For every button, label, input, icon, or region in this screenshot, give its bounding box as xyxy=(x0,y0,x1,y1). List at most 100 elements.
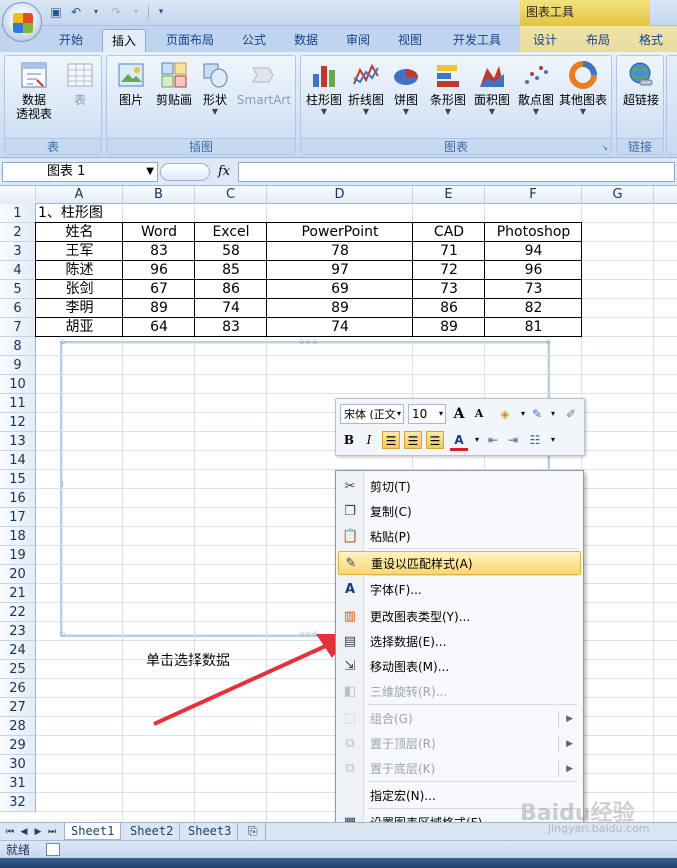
table-cell[interactable]: 73 xyxy=(413,280,485,299)
font-size-select[interactable]: 10 ▾ xyxy=(408,404,446,424)
table-header-cell[interactable]: Excel xyxy=(195,223,267,242)
first-sheet-icon[interactable]: ⏮ xyxy=(4,825,16,839)
menu-item-chart-type[interactable]: ▥ 更改图表类型(Y)... xyxy=(338,605,581,629)
table-button[interactable]: 表 xyxy=(61,60,99,107)
table-cell[interactable]: 72 xyxy=(413,261,485,280)
tab-view[interactable]: 视图 xyxy=(388,29,432,52)
row-header[interactable]: 10 xyxy=(0,375,36,394)
menu-item-copy[interactable]: ❐ 复制(C) xyxy=(338,500,581,524)
format-painter-icon[interactable]: ✐ xyxy=(562,405,580,423)
macro-record-icon[interactable] xyxy=(46,843,60,856)
table-cell[interactable]: 74 xyxy=(267,318,413,337)
row-header[interactable]: 3 xyxy=(0,242,36,261)
insert-sheet-icon[interactable]: ⎘ xyxy=(242,823,266,840)
menu-item-reset-style[interactable]: ✎ 重设以匹配样式(A) xyxy=(338,551,581,575)
undo-icon[interactable]: ↶ xyxy=(68,4,84,20)
shrink-font-icon[interactable]: A xyxy=(470,405,488,423)
row-header[interactable]: 29 xyxy=(0,736,36,755)
smartart-button[interactable]: SmartArt xyxy=(235,60,293,107)
area-chart-button[interactable]: 面积图 ▼ xyxy=(471,60,513,117)
table-header-cell[interactable]: 姓名 xyxy=(36,223,123,242)
tab-page-layout[interactable]: 页面布局 xyxy=(158,29,222,52)
tab-developer[interactable]: 开发工具 xyxy=(442,29,512,52)
scatter-chart-button[interactable]: 散点图 ▼ xyxy=(515,60,557,117)
table-cell[interactable]: 胡亚 xyxy=(36,318,123,337)
office-button[interactable] xyxy=(2,2,42,42)
table-cell[interactable]: 82 xyxy=(485,299,582,318)
column-header-c[interactable]: C xyxy=(195,186,267,204)
table-header-cell[interactable]: PowerPoint xyxy=(267,223,413,242)
hyperlink-button[interactable]: 超链接 xyxy=(619,60,663,107)
name-box[interactable]: 图表 1 ▼ xyxy=(2,162,158,182)
table-cell[interactable]: 78 xyxy=(267,242,413,261)
row-header[interactable]: 7 xyxy=(0,318,36,337)
select-all-corner[interactable] xyxy=(0,186,36,204)
column-header-d[interactable]: D xyxy=(267,186,413,204)
formula-input[interactable] xyxy=(238,162,675,182)
font-color-icon[interactable]: A xyxy=(450,431,468,451)
row-header[interactable]: 13 xyxy=(0,432,36,451)
sheet-tab-sheet3[interactable]: Sheet3 xyxy=(182,823,239,840)
charts-dialog-launcher-icon[interactable]: ↘ xyxy=(601,143,608,152)
row-header[interactable]: 4 xyxy=(0,261,36,280)
cell-a1-title[interactable]: 1、柱形图 xyxy=(36,204,236,223)
row-header[interactable]: 8 xyxy=(0,337,36,356)
tab-design[interactable]: 设计 xyxy=(524,29,566,52)
row-header[interactable]: 19 xyxy=(0,546,36,565)
pie-chart-button[interactable]: 饼图 ▼ xyxy=(389,60,423,117)
column-header-e[interactable]: E xyxy=(413,186,485,204)
table-cell[interactable]: 64 xyxy=(123,318,195,337)
table-cell[interactable]: 94 xyxy=(485,242,582,261)
sheet-tab-sheet1[interactable]: Sheet1 xyxy=(64,823,122,840)
row-header[interactable]: 31 xyxy=(0,774,36,793)
align-center-icon[interactable]: ☰ xyxy=(404,431,422,449)
row-header[interactable]: 2 xyxy=(0,223,36,242)
table-cell[interactable]: 89 xyxy=(123,299,195,318)
bullets-icon[interactable]: ☷ xyxy=(526,431,544,449)
table-cell[interactable]: 73 xyxy=(485,280,582,299)
row-header[interactable]: 28 xyxy=(0,717,36,736)
row-header[interactable]: 21 xyxy=(0,584,36,603)
undo-dropdown-icon[interactable]: ▾ xyxy=(88,4,104,20)
chart-resize-handle-top[interactable]: ⁘⁘⁘ xyxy=(298,339,319,348)
line-color-dropdown-icon[interactable]: ▾ xyxy=(544,405,562,423)
align-right-icon[interactable]: ☰ xyxy=(426,431,444,449)
redo-dropdown-icon[interactable]: ▾ xyxy=(128,4,144,20)
save-icon[interactable]: ▣ xyxy=(48,4,64,20)
next-sheet-icon[interactable]: ▶ xyxy=(32,825,44,839)
row-header[interactable]: 27 xyxy=(0,698,36,717)
table-header-cell[interactable]: Word xyxy=(123,223,195,242)
table-cell[interactable]: 85 xyxy=(195,261,267,280)
row-header[interactable]: 30 xyxy=(0,755,36,774)
row-header[interactable]: 22 xyxy=(0,603,36,622)
table-cell[interactable]: 71 xyxy=(413,242,485,261)
menu-item-select-data[interactable]: ▤ 选择数据(E)... xyxy=(338,630,581,654)
column-header-b[interactable]: B xyxy=(123,186,195,204)
font-name-select[interactable]: 宋体 (正文 ▾ xyxy=(340,404,404,424)
tab-review[interactable]: 审阅 xyxy=(336,29,380,52)
last-sheet-icon[interactable]: ⏭ xyxy=(46,825,58,839)
table-cell[interactable]: 97 xyxy=(267,261,413,280)
tab-format[interactable]: 格式 xyxy=(628,29,674,52)
align-left-icon[interactable]: ☰ xyxy=(382,431,400,449)
shapes-button[interactable]: 形状 ▼ xyxy=(197,60,233,117)
tab-layout[interactable]: 布局 xyxy=(576,29,620,52)
tab-formulas[interactable]: 公式 xyxy=(232,29,276,52)
table-cell[interactable]: 86 xyxy=(413,299,485,318)
name-box-dropdown-icon[interactable]: ▼ xyxy=(146,163,154,181)
row-header[interactable]: 15 xyxy=(0,470,36,489)
prev-sheet-icon[interactable]: ◀ xyxy=(18,825,30,839)
row-header[interactable]: 12 xyxy=(0,413,36,432)
row-header[interactable]: 23 xyxy=(0,622,36,641)
insert-function-icon[interactable]: fx xyxy=(218,162,230,182)
table-cell[interactable]: 王军 xyxy=(36,242,123,261)
column-header-a[interactable]: A xyxy=(36,186,123,204)
line-chart-button[interactable]: 折线图 ▼ xyxy=(345,60,387,117)
row-header[interactable]: 5 xyxy=(0,280,36,299)
clipart-button[interactable]: 剪贴画 xyxy=(153,60,195,107)
redo-icon[interactable]: ↷ xyxy=(108,4,124,20)
pivot-table-button[interactable]: 数据 透视表 xyxy=(9,60,59,121)
table-cell[interactable]: 张剑 xyxy=(36,280,123,299)
bar-chart-button[interactable]: 条形图 ▼ xyxy=(427,60,469,117)
menu-item-move-chart[interactable]: ⇲ 移动图表(M)... xyxy=(338,655,581,679)
